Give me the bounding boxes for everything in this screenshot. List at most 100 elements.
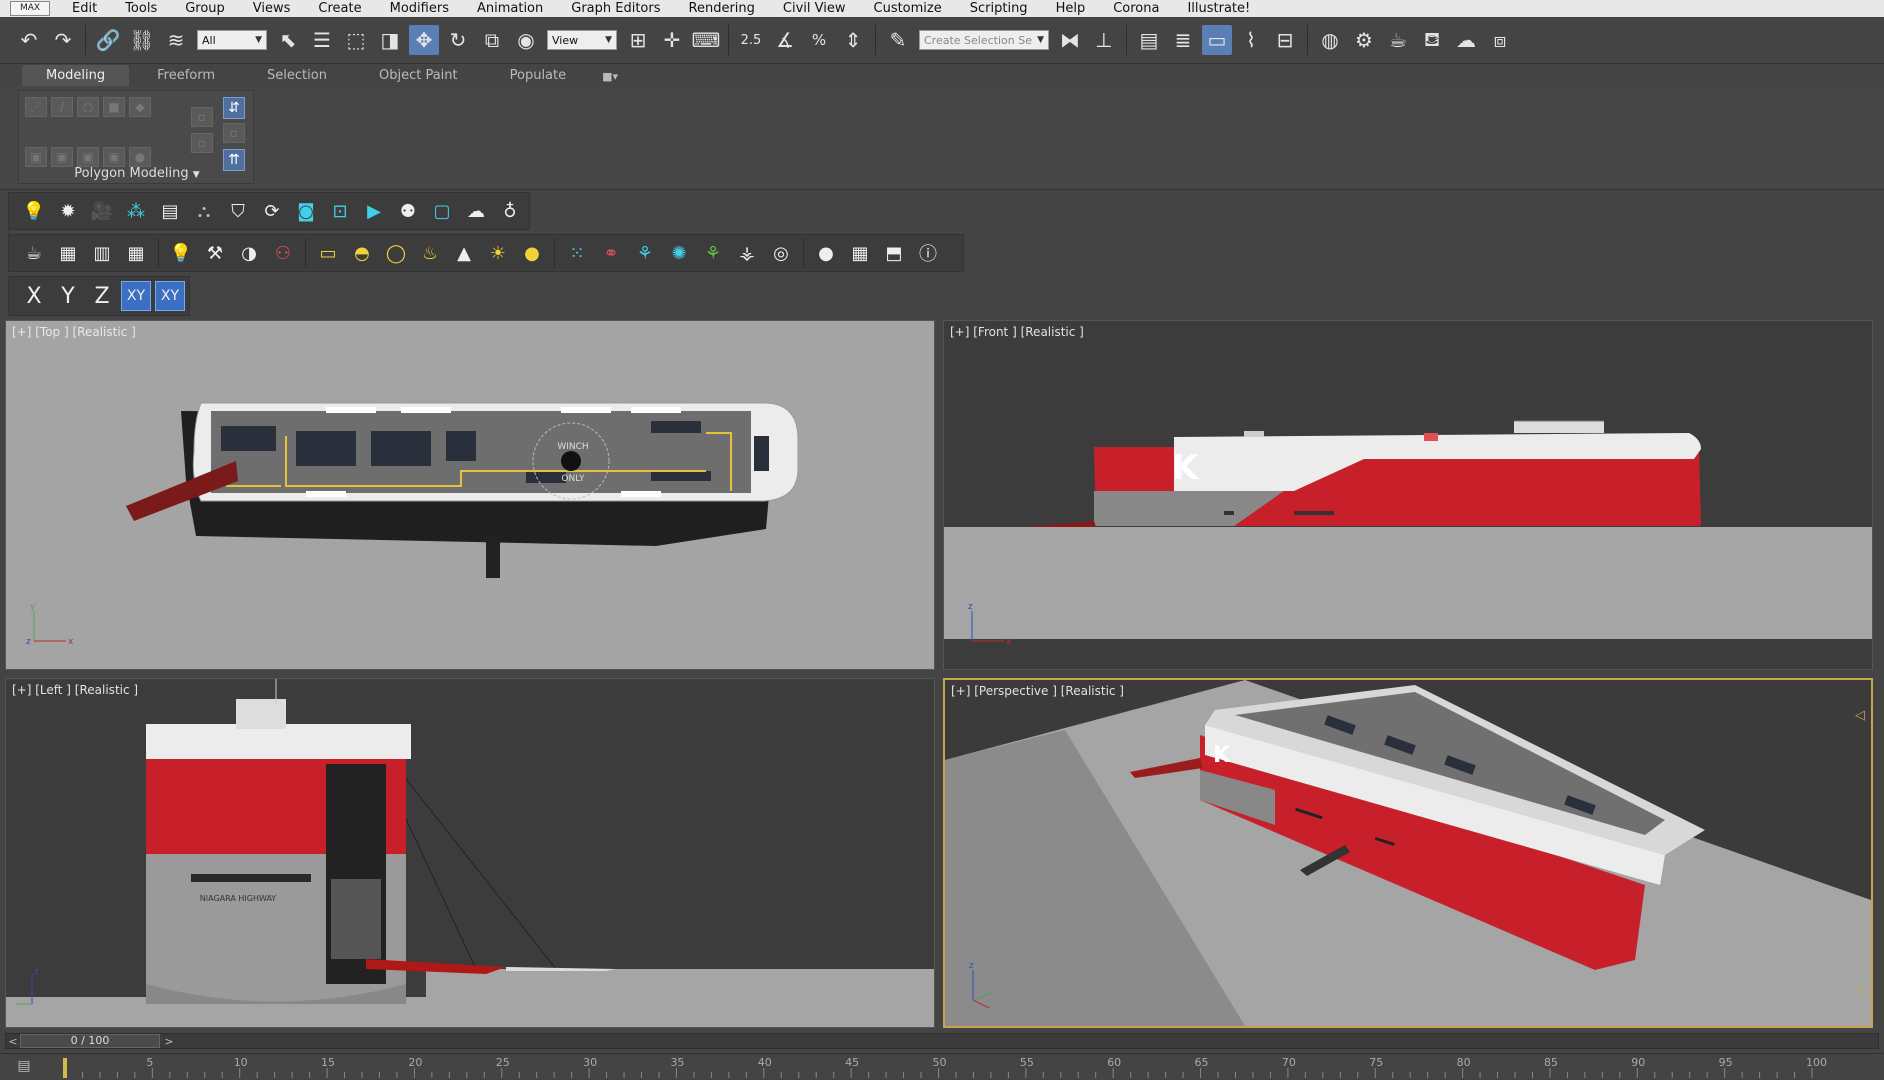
previous-frame-icon[interactable]: < xyxy=(6,1035,20,1048)
manipulate-icon[interactable]: ✛ xyxy=(657,25,687,55)
viewport-left[interactable]: NIAGARA HIGHWAY z [+] [Left ] [Realistic… xyxy=(5,678,935,1028)
safe-frame-icon[interactable]: ⊡ xyxy=(325,196,355,226)
collapse-stack-icon[interactable]: ▫ xyxy=(191,107,213,127)
menu-modifiers[interactable]: Modifiers xyxy=(376,1,463,16)
movie-icon[interactable]: ▶ xyxy=(359,196,389,226)
current-frame-marker[interactable] xyxy=(63,1058,67,1078)
select-and-rotate-icon[interactable]: ↻ xyxy=(443,25,473,55)
spotlight-icon[interactable]: ⛬ xyxy=(189,196,219,226)
ribbon-options-icon[interactable]: ■▾ xyxy=(594,67,626,86)
tape-icon[interactable]: ⛉ xyxy=(223,196,253,226)
track-bar[interactable]: 5 10 15 20 25 30 35 40 45 50 55 60 65 70 75 80 85 90 95 100… xyxy=(0,1053,1884,1080)
render-frame-icon[interactable]: ▦ xyxy=(53,238,83,268)
snap-toggle-icon[interactable]: 2.5 xyxy=(736,25,766,55)
sun-icon[interactable]: ☀ xyxy=(483,238,513,268)
pivot-center-icon[interactable]: ⊞ xyxy=(623,25,653,55)
constrain-xy-lock-button[interactable]: XY xyxy=(155,281,185,311)
edge-mode-icon[interactable]: ∕ xyxy=(51,97,73,117)
modify-mode-icon[interactable]: ▣ xyxy=(25,147,47,167)
render-preview-icon[interactable]: ◙ xyxy=(291,196,321,226)
viewport-front[interactable]: K z x [+] [Front ] [Realistic ] xyxy=(943,320,1873,670)
select-and-scale-icon[interactable]: ⧉ xyxy=(477,25,507,55)
menu-animation[interactable]: Animation xyxy=(463,1,557,16)
mesh-light-icon[interactable]: ♨ xyxy=(415,238,445,268)
menu-civil-view[interactable]: Civil View xyxy=(769,1,860,16)
help-icon[interactable]: ⓘ xyxy=(913,238,943,268)
menu-illustrate[interactable]: Illustrate! xyxy=(1173,1,1264,16)
keyboard-shortcut-override-icon[interactable]: ⌨ xyxy=(691,25,721,55)
angle-snap-icon[interactable]: ∡ xyxy=(770,25,800,55)
converter-icon[interactable]: ⬒ xyxy=(879,238,909,268)
window-crossing-icon[interactable]: ◨ xyxy=(375,25,405,55)
link-icon[interactable]: 🔗 xyxy=(93,25,123,55)
app-logo[interactable]: MAX xyxy=(10,1,50,16)
select-and-place-icon[interactable]: ◉ xyxy=(511,25,541,55)
edit-named-selection-icon[interactable]: ✎ xyxy=(883,25,913,55)
reference-coordinate-dropdown[interactable]: View ▼ xyxy=(547,30,617,50)
constrain-xy-button[interactable]: XY xyxy=(121,281,151,311)
menu-scripting[interactable]: Scripting xyxy=(956,1,1042,16)
polygon-modeling-dropdown[interactable]: Polygon Modeling ▼ xyxy=(19,166,255,181)
table-icon[interactable]: ▥ xyxy=(87,238,117,268)
light-bulb-icon[interactable]: 💡 xyxy=(19,196,49,226)
tab-object-paint[interactable]: Object Paint xyxy=(355,65,482,86)
rendered-frame-window-icon[interactable]: ☕ xyxy=(1383,25,1413,55)
show-end-result-icon[interactable]: ▫ xyxy=(223,123,245,143)
dome-light-icon[interactable]: ◓ xyxy=(347,238,377,268)
render-iterative-icon[interactable]: ☁ xyxy=(1451,25,1481,55)
scatter-icon[interactable]: ⁙ xyxy=(562,238,592,268)
group-icon[interactable]: ⚉ xyxy=(393,196,423,226)
preserve-uvs-icon[interactable]: ▣ xyxy=(51,147,73,167)
hair-fur-icon[interactable]: ⚶ xyxy=(732,238,762,268)
material-sphere-icon[interactable]: ● xyxy=(811,238,841,268)
named-selection-dropdown[interactable]: Create Selection Se ▼ xyxy=(919,30,1049,50)
selection-filter-dropdown[interactable]: All ▼ xyxy=(197,30,267,50)
percent-snap-icon[interactable]: % xyxy=(804,25,834,55)
material-library-icon[interactable]: ▦ xyxy=(845,238,875,268)
select-and-move-icon[interactable]: ✥ xyxy=(409,25,439,55)
constrain-z-button[interactable]: Z xyxy=(87,281,117,311)
menu-group[interactable]: Group xyxy=(171,1,239,16)
tab-freeform[interactable]: Freeform xyxy=(133,65,239,86)
viewport-label-left[interactable]: [+] [Left ] [Realistic ] xyxy=(12,683,138,697)
mirror-icon[interactable]: ⧓ xyxy=(1055,25,1085,55)
disc-light-icon[interactable]: ● xyxy=(517,238,547,268)
bind-space-warp-icon[interactable]: ≋ xyxy=(161,25,191,55)
menu-views[interactable]: Views xyxy=(239,1,305,16)
menu-rendering[interactable]: Rendering xyxy=(675,1,769,16)
grow-icon[interactable]: ▣ xyxy=(77,147,99,167)
cone-light-icon[interactable]: ▲ xyxy=(449,238,479,268)
next-frame-icon[interactable]: > xyxy=(162,1035,176,1048)
tab-modeling[interactable]: Modeling xyxy=(22,65,130,86)
viewport-label-perspective[interactable]: [+] [Perspective ] [Realistic ] xyxy=(951,684,1124,698)
sun-light-icon[interactable]: ✹ xyxy=(53,196,83,226)
viewport-label-top[interactable]: [+] [Top ] [Realistic ] xyxy=(12,325,136,339)
grass-icon[interactable]: ⚘ xyxy=(698,238,728,268)
align-icon[interactable]: ⊥ xyxy=(1089,25,1119,55)
constrain-y-button[interactable]: Y xyxy=(53,281,83,311)
undo-icon[interactable]: ↶ xyxy=(14,25,44,55)
frame-icon[interactable]: ▢ xyxy=(427,196,457,226)
shell-icon[interactable]: ◎ xyxy=(766,238,796,268)
bulb-outline-icon[interactable]: ♁ xyxy=(495,196,525,226)
menu-graph-editors[interactable]: Graph Editors xyxy=(557,1,674,16)
vertex-mode-icon[interactable]: ⋰ xyxy=(25,97,47,117)
render-production-icon[interactable]: ⛾ xyxy=(1417,25,1447,55)
layer-explorer-icon[interactable]: ≣ xyxy=(1168,25,1198,55)
list-view-icon[interactable]: ▤ xyxy=(155,196,185,226)
teapot-object-icon[interactable]: ☕ xyxy=(19,238,49,268)
camera-rig-icon[interactable]: ⚇ xyxy=(268,238,298,268)
spinner-snap-icon[interactable]: ⇕ xyxy=(838,25,868,55)
menu-corona[interactable]: Corona xyxy=(1099,1,1173,16)
ring-icon[interactable]: ● xyxy=(129,147,151,167)
proxy-icon[interactable]: ⚭ xyxy=(596,238,626,268)
viewport-top[interactable]: WINCH ONLY y x z [+] [Top ] [Realistic ] xyxy=(5,320,935,670)
menu-customize[interactable]: Customize xyxy=(860,1,956,16)
sphere-light-icon[interactable]: ◯ xyxy=(381,238,411,268)
plane-light-icon[interactable]: ▭ xyxy=(313,238,343,268)
time-slider[interactable]: < 0 / 100 > xyxy=(5,1033,1879,1049)
redo-icon[interactable]: ↷ xyxy=(48,25,78,55)
spreadsheet-icon[interactable]: ▦ xyxy=(121,238,151,268)
fx-icon[interactable]: ⚒ xyxy=(200,238,230,268)
bonus-tools-icon[interactable]: ⚘ xyxy=(630,238,660,268)
